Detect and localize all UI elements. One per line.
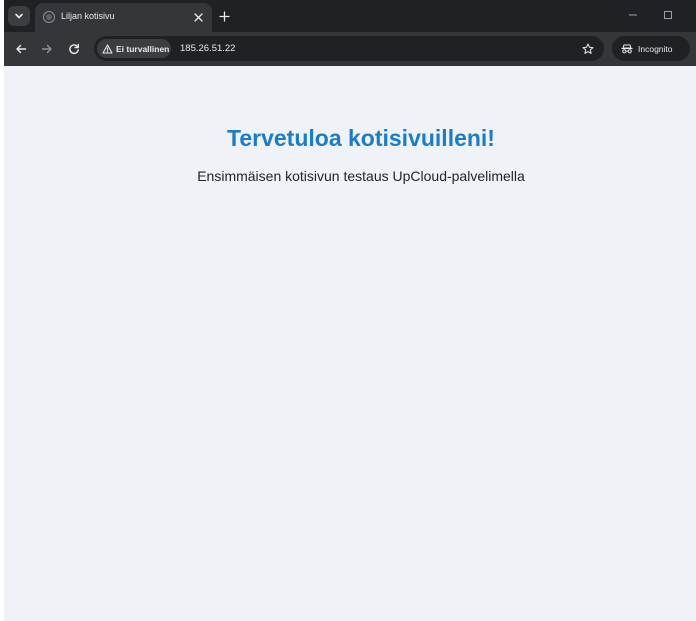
maximize-button[interactable] bbox=[661, 8, 675, 22]
arrow-right-icon bbox=[41, 44, 52, 54]
close-icon bbox=[193, 12, 203, 22]
plus-icon bbox=[218, 10, 230, 22]
incognito-indicator[interactable]: Incognito bbox=[612, 36, 690, 61]
page-subtitle: Ensimmäisen kotisivun testaus UpCloud-pa… bbox=[197, 168, 525, 184]
forward-button[interactable] bbox=[37, 39, 57, 59]
warning-triangle-icon bbox=[102, 43, 113, 54]
new-tab-button[interactable] bbox=[215, 7, 233, 25]
incognito-icon bbox=[621, 44, 633, 53]
security-label: Ei turvallinen bbox=[116, 43, 170, 54]
minimize-button[interactable] bbox=[626, 8, 640, 22]
address-bar[interactable]: Ei turvallinen 185.26.51.22 bbox=[94, 36, 604, 61]
browser-toolbar: Ei turvallinen 185.26.51.22 Incognito bbox=[4, 32, 696, 66]
tab-close-button[interactable] bbox=[191, 10, 205, 24]
bookmark-button[interactable] bbox=[580, 41, 595, 56]
reload-icon bbox=[69, 43, 79, 54]
tab-title: Liljan kotisivu bbox=[61, 11, 115, 21]
tab-strip: Liljan kotisivu bbox=[4, 0, 696, 32]
arrow-left-icon bbox=[16, 44, 27, 54]
site-security-chip[interactable]: Ei turvallinen bbox=[97, 39, 171, 58]
reload-button[interactable] bbox=[64, 39, 84, 59]
browser-tab-active[interactable]: Liljan kotisivu bbox=[35, 3, 212, 32]
back-button[interactable] bbox=[11, 39, 31, 59]
globe-icon bbox=[43, 11, 55, 23]
browser-window: Liljan kotisivu Ei turvallinen 185.26.51… bbox=[4, 0, 696, 621]
page-heading: Tervetuloa kotisivuilleni! bbox=[227, 125, 495, 151]
tab-search-button[interactable] bbox=[8, 6, 30, 26]
maximize-icon bbox=[664, 11, 672, 19]
minimize-icon bbox=[629, 14, 637, 16]
incognito-label: Incognito bbox=[638, 43, 673, 54]
page-viewport: Tervetuloa kotisivuilleni! Ensimmäisen k… bbox=[4, 66, 696, 621]
chevron-down-icon bbox=[15, 13, 23, 19]
star-icon bbox=[582, 43, 593, 54]
url-text[interactable]: 185.26.51.22 bbox=[180, 43, 235, 54]
